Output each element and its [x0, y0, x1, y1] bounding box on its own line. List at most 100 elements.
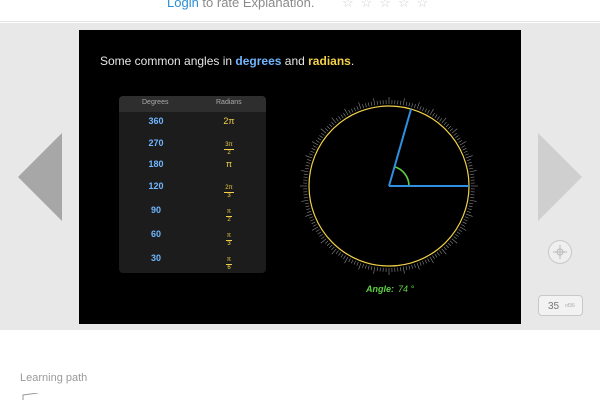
dial-tick	[356, 261, 359, 266]
dial-tick	[434, 114, 438, 119]
dial-tick	[458, 140, 463, 143]
dial-tick	[455, 233, 459, 237]
dial-tick	[441, 248, 447, 255]
dial-tick	[416, 262, 420, 270]
angle-dial[interactable]	[299, 96, 479, 276]
dial-tick	[465, 213, 473, 217]
fraction-denominator: 6	[227, 265, 231, 271]
crosshair-button[interactable]	[548, 240, 572, 264]
fraction-numerator: π	[225, 257, 233, 265]
triangle-right-icon[interactable]	[538, 133, 582, 221]
dial-tick	[400, 267, 402, 272]
dial-tick	[376, 100, 378, 105]
dial-tick	[305, 155, 313, 159]
learning-path-label[interactable]: Learning path	[20, 372, 87, 384]
dial-tick	[411, 103, 413, 108]
degrees-cell: 90	[150, 205, 161, 215]
dial-tick	[434, 253, 438, 258]
dial-tick	[443, 246, 447, 251]
dial-tick	[303, 173, 308, 175]
table-header: Degrees Radians	[119, 96, 266, 112]
dial-tick	[304, 167, 309, 170]
column-header-degrees: Degrees	[142, 99, 169, 106]
headline-end: .	[350, 54, 355, 68]
login-link[interactable]: Login	[167, 0, 199, 10]
dial-tick	[466, 211, 471, 213]
rating-stars[interactable]: ☆☆☆☆☆	[342, 0, 435, 11]
dial-tick	[331, 121, 335, 126]
rate-prompt-text: to rate Explanation.	[198, 0, 315, 10]
dial-tick	[340, 253, 344, 258]
dial-tick	[324, 128, 329, 132]
dial-tick	[348, 258, 351, 263]
dial-tick	[373, 98, 376, 106]
dial-tick	[427, 109, 430, 114]
dial-tick	[311, 221, 316, 224]
headline-and: and	[281, 54, 309, 68]
dial-tick	[451, 238, 458, 244]
triangle-left-icon[interactable]	[18, 133, 62, 221]
dial-tick	[367, 265, 370, 270]
dial-tick	[408, 265, 411, 270]
dial-tick	[453, 132, 457, 136]
dial-tick	[370, 101, 373, 106]
fraction-numerator: π	[225, 233, 233, 241]
lesson-stage: Some common angles in degrees and radian…	[0, 23, 600, 330]
headline-radians: radians	[308, 54, 351, 68]
dial-tick	[353, 260, 356, 265]
dial-tick	[326, 126, 331, 130]
dial-tick	[466, 159, 471, 161]
degrees-cell: 360	[148, 116, 164, 126]
dial-tick	[373, 266, 376, 274]
dial-tick	[447, 242, 452, 246]
dial-tick	[467, 162, 472, 164]
dial-tick	[310, 219, 315, 222]
degrees-cell: 60	[150, 229, 161, 239]
dial-tick	[329, 244, 333, 249]
dial-tick	[301, 170, 309, 173]
lesson-headline: Some common angles in degrees and radian…	[100, 54, 354, 68]
dial-tick	[459, 141, 467, 146]
angle-arc	[394, 166, 410, 187]
counter-value: 35	[548, 301, 560, 312]
dial-tick	[405, 266, 408, 271]
dial-tick	[335, 118, 339, 122]
degrees-cell: 120	[148, 181, 164, 191]
flag-icon	[22, 393, 39, 400]
dial-tick	[370, 266, 373, 271]
crosshair-icon	[553, 245, 567, 259]
radians-fraction: π2	[225, 209, 233, 224]
dial-tick	[311, 148, 316, 151]
dial-tick	[408, 102, 411, 107]
dial-tick	[402, 98, 405, 106]
slide-counter[interactable]: 35 of36	[538, 295, 583, 316]
dial-tick	[449, 128, 454, 132]
dial-tick	[315, 229, 320, 232]
dial-tick	[310, 150, 315, 153]
dial-tick	[320, 238, 327, 244]
dial-tick	[424, 108, 427, 113]
fraction-numerator: 2π	[224, 185, 234, 193]
radians-cell: π6	[209, 248, 249, 272]
fraction-numerator: π	[225, 209, 233, 217]
dial-tick	[304, 202, 309, 205]
dial-tick	[468, 164, 473, 167]
dial-tick	[445, 123, 449, 128]
dial-tick	[343, 112, 346, 117]
dial-tick	[353, 107, 356, 112]
dial-tick	[358, 262, 362, 270]
dial-tick	[429, 256, 434, 264]
dial-tick	[461, 224, 466, 227]
dial-tick	[315, 140, 320, 143]
dial-tick	[365, 103, 367, 108]
terminal-ray[interactable]	[388, 108, 413, 187]
dial-tick	[358, 102, 362, 110]
headline-pre: Some common angles in	[100, 54, 236, 68]
dial-tick	[469, 170, 477, 173]
dial-tick	[311, 141, 319, 146]
dial-tick	[348, 109, 351, 114]
dial-tick	[432, 255, 435, 260]
dial-tick	[464, 216, 469, 219]
fraction-denominator: 2	[227, 217, 231, 223]
dial-tick	[312, 145, 317, 148]
